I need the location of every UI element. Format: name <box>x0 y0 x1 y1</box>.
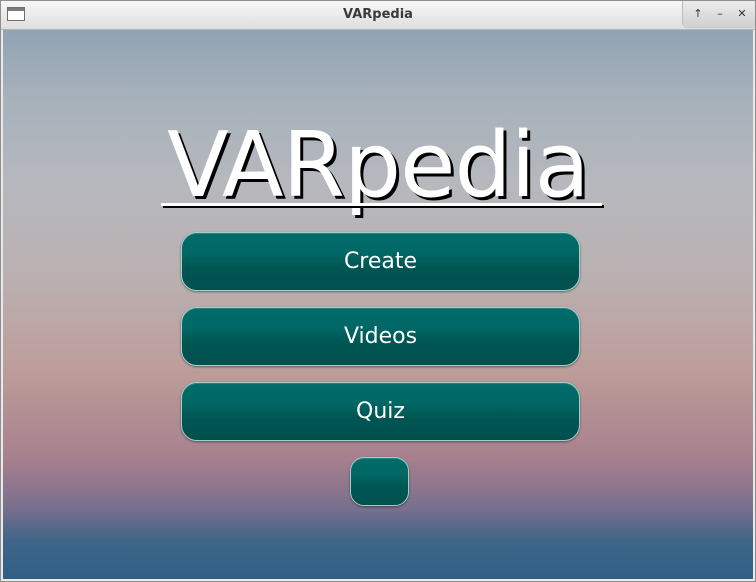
title-bar[interactable]: VARpedia ↑ – ✕ <box>1 1 755 30</box>
up-arrow-icon[interactable]: ↑ <box>689 6 707 22</box>
logo-underline <box>161 203 602 206</box>
main-panel: VARpedia Create Videos Quiz <box>3 30 753 579</box>
window-title: VARpedia <box>343 7 413 22</box>
unlabeled-button[interactable] <box>350 457 409 506</box>
create-button[interactable]: Create <box>181 232 580 291</box>
videos-button[interactable]: Videos <box>181 307 580 366</box>
quiz-button[interactable]: Quiz <box>181 382 580 441</box>
window-controls: ↑ – ✕ <box>682 1 755 28</box>
app-logo-title: VARpedia <box>167 113 590 218</box>
close-icon[interactable]: ✕ <box>733 6 751 22</box>
minimize-icon[interactable]: – <box>711 6 729 22</box>
app-window: VARpedia ↑ – ✕ VARpedia Create Videos Qu… <box>0 0 756 582</box>
